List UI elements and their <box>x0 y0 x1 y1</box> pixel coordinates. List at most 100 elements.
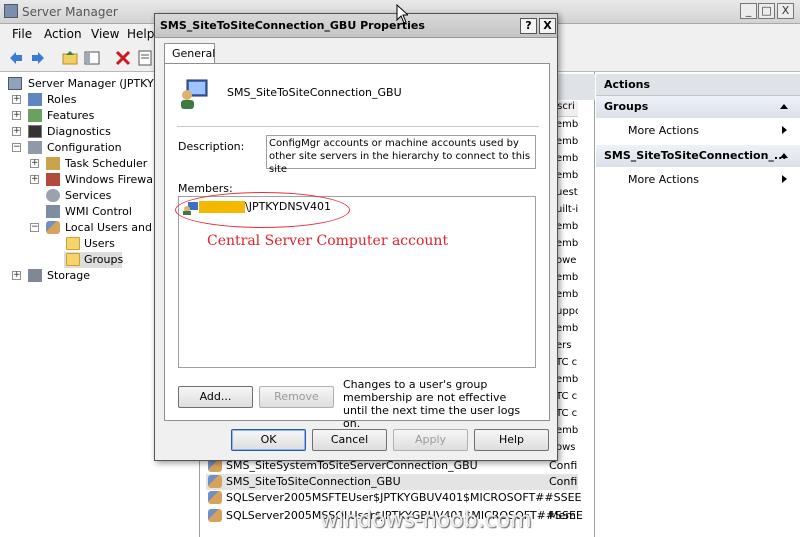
expand-icon[interactable]: + <box>12 111 21 120</box>
configuration-icon <box>28 141 42 154</box>
apply-button[interactable]: Apply <box>393 429 468 451</box>
server-manager-icon <box>4 4 18 18</box>
tab-general[interactable]: General <box>164 43 215 64</box>
dialog-titlebar: SMS_SiteToSiteConnection_GBU Properties … <box>155 14 557 38</box>
users-icon <box>46 221 60 234</box>
description-cell: emb <box>556 221 578 232</box>
actions-pane: Actions Groups More Actions SMS_SiteToSi… <box>596 72 800 537</box>
expand-icon[interactable]: + <box>12 271 21 280</box>
tree-label: Storage <box>47 269 91 282</box>
more-actions-selected[interactable]: More Actions <box>628 173 699 186</box>
group-icon <box>208 509 222 522</box>
menu-help[interactable]: Help <box>127 27 154 41</box>
group-large-icon <box>178 78 210 110</box>
minimize-button[interactable]: _ <box>740 3 757 19</box>
collapse-icon[interactable] <box>780 104 788 109</box>
description-cell: emb <box>556 323 578 334</box>
description-cell: emb <box>556 119 578 130</box>
group-icon <box>208 475 222 488</box>
description-cell: emb <box>556 170 578 181</box>
actions-header: Actions <box>596 74 800 96</box>
description-cell: ows <box>556 442 576 453</box>
group-name: SMS_SiteToSiteConnection_GBU <box>227 86 402 99</box>
clock-icon <box>46 157 60 170</box>
wmi-icon <box>46 205 60 218</box>
description-cell: uest <box>556 187 578 198</box>
collapse-icon[interactable] <box>780 153 788 158</box>
description-cell: emb <box>556 238 578 249</box>
description-cell: emb <box>556 272 578 283</box>
diagnostics-icon <box>28 125 42 138</box>
menu-action[interactable]: Action <box>44 27 82 41</box>
dialog-close-button[interactable]: X <box>539 18 556 34</box>
description-cell: emb <box>556 136 578 147</box>
tree-label: Roles <box>47 93 77 106</box>
description-field[interactable]: ConfigMgr accounts or machine accounts u… <box>266 135 536 175</box>
tree-label: Users <box>84 237 115 250</box>
tree-label: Diagnostics <box>47 125 111 138</box>
tree-label: Groups <box>84 253 124 266</box>
row-name: SQLServer2005MSFTEUser$JPTKYGBUV401$MICR… <box>226 491 582 504</box>
section-label: Groups <box>604 100 649 113</box>
cancel-button[interactable]: Cancel <box>312 429 387 451</box>
tree-label: Configuration <box>47 141 122 154</box>
maximize-button[interactable]: □ <box>758 3 775 19</box>
submenu-arrow-icon <box>782 175 787 183</box>
forward-arrow-icon[interactable] <box>30 50 46 66</box>
window-title: Server Manager <box>22 5 118 19</box>
tree-label: WMI Control <box>65 205 132 218</box>
add-button[interactable]: Add... <box>178 386 253 408</box>
membership-note: Changes to a user's group membership are… <box>343 378 521 430</box>
gear-icon <box>46 189 60 202</box>
storage-icon <box>28 269 42 282</box>
submenu-arrow-icon <box>782 126 787 134</box>
list-row-selected[interactable]: SMS_SiteToSiteConnection_GBU Confi <box>206 474 578 490</box>
expand-icon[interactable]: + <box>30 175 39 184</box>
dialog-help-button[interactable]: Help <box>474 429 549 451</box>
description-cell: emb <box>556 374 578 385</box>
show-hide-tree-icon[interactable] <box>84 50 100 66</box>
menu-file[interactable]: File <box>12 27 32 41</box>
help-button[interactable]: ? <box>520 18 537 34</box>
delete-icon[interactable] <box>115 50 131 66</box>
tree-label: Services <box>65 189 112 202</box>
dialog-title: SMS_SiteToSiteConnection_GBU Properties <box>160 19 425 32</box>
description-cell: emb <box>556 153 578 164</box>
folder-icon <box>66 237 80 250</box>
tree-label: Local Users and Gr <box>65 221 169 234</box>
separator <box>177 126 539 127</box>
annotation-ellipse <box>175 192 350 228</box>
back-arrow-icon[interactable] <box>8 50 24 66</box>
tree-root-label: Server Manager (JPTKYGB <box>28 77 170 90</box>
collapse-icon[interactable]: − <box>30 223 39 232</box>
tree-label: Features <box>47 109 95 122</box>
description-cell: emb <box>556 289 578 300</box>
expand-icon[interactable]: + <box>12 95 21 104</box>
description-label: Description: <box>178 140 245 153</box>
description-cell: emb <box>556 425 578 436</box>
description-cell: TC c <box>556 408 578 419</box>
expand-icon[interactable]: + <box>30 159 39 168</box>
ok-button[interactable]: OK <box>231 429 306 451</box>
mouse-cursor-icon <box>396 3 410 27</box>
close-button[interactable]: X <box>777 3 794 19</box>
actions-section-groups[interactable]: Groups <box>596 96 800 118</box>
collapse-icon[interactable]: − <box>12 143 21 152</box>
remove-button[interactable]: Remove <box>259 386 334 408</box>
menu-view[interactable]: View <box>91 27 119 41</box>
list-row[interactable]: SQLServer2005MSFTEUser$JPTKYGBUV401$MICR… <box>206 490 582 506</box>
expand-icon[interactable]: + <box>12 127 21 136</box>
more-actions-groups[interactable]: More Actions <box>628 124 699 137</box>
row-name: SMS_SiteToSiteConnection_GBU <box>226 475 401 488</box>
firewall-icon <box>46 173 60 186</box>
annotation-label: Central Server Computer account <box>207 233 449 249</box>
description-cell: owe <box>556 255 577 266</box>
row-description: Memb <box>549 509 578 522</box>
actions-section-selected[interactable]: SMS_SiteToSiteConnection_... <box>596 145 800 167</box>
description-cell: TC c <box>556 391 578 402</box>
properties-icon[interactable] <box>137 50 153 66</box>
up-folder-icon[interactable] <box>62 50 78 66</box>
description-cell: ers <box>556 340 572 351</box>
tree-item-groups[interactable]: Groups <box>64 252 124 268</box>
tree-label: Task Scheduler <box>65 157 148 170</box>
